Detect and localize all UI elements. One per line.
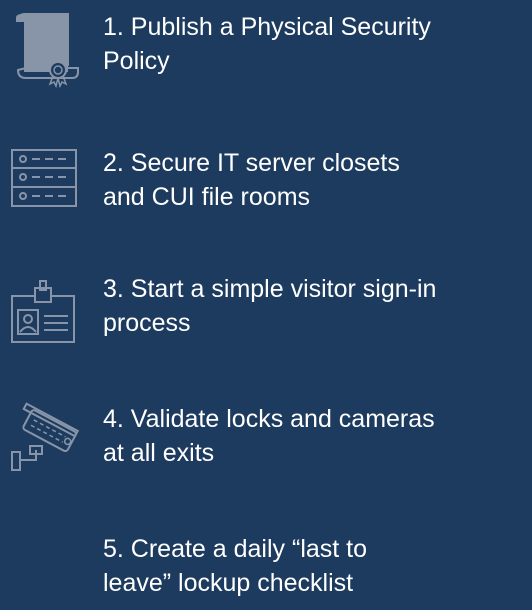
step-text-line2: process <box>103 309 191 337</box>
step-text-line2: leave” lockup checklist <box>103 569 354 597</box>
server-rack-icon <box>6 140 90 224</box>
step-text-line1: 3. Start a simple visitor sign-in <box>103 275 437 303</box>
step-text: 5. Create a daily “last to leave” lockup… <box>103 532 532 600</box>
step-text-line2: and CUI file rooms <box>103 183 311 211</box>
step-text-line1: 2. Secure IT server closets <box>103 149 400 177</box>
step-text-line2: at all exits <box>103 439 215 467</box>
id-badge-icon <box>6 266 90 350</box>
certificate-scroll-icon <box>6 4 90 88</box>
step-text: 3. Start a simple visitor sign-in proces… <box>103 272 532 340</box>
step-text: 2. Secure IT server closets and CUI file… <box>103 146 532 214</box>
step-text-line1: 1. Publish a Physical Security <box>103 13 431 41</box>
step-text-line1: 5. Create a daily “last to <box>103 535 368 563</box>
security-camera-icon <box>6 396 90 480</box>
step-text-line2: Policy <box>103 47 170 75</box>
step-text: 1. Publish a Physical Security Policy <box>103 10 532 78</box>
steps-list: 1. Publish a Physical Security Policy 2.… <box>0 0 532 609</box>
step-text-line1: 4. Validate locks and cameras <box>103 405 435 433</box>
crescent-moon-icon <box>6 526 90 610</box>
step-text: 4. Validate locks and cameras at all exi… <box>103 402 532 470</box>
